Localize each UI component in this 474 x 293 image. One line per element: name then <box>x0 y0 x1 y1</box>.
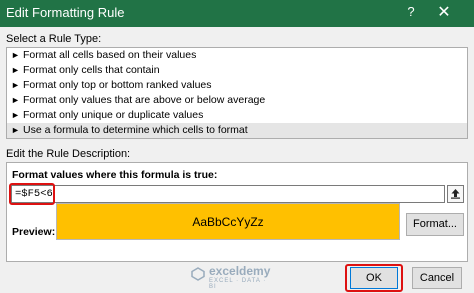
formula-input[interactable]: =$F5<6 <box>11 185 445 203</box>
rule-type-item[interactable]: ► Format only unique or duplicate values <box>7 108 467 123</box>
rule-type-label: Select a Rule Type: <box>6 33 102 45</box>
exceldemy-logo-icon <box>191 267 205 281</box>
bullet-icon: ► <box>11 110 20 120</box>
preview-label: Preview: <box>12 226 56 238</box>
bullet-icon: ► <box>11 95 20 105</box>
bullet-icon: ► <box>11 125 20 135</box>
close-button[interactable]: ✕ <box>435 2 453 22</box>
rule-type-item[interactable]: ► Format only top or bottom ranked values <box>7 78 467 93</box>
format-button[interactable]: Format... <box>406 213 464 236</box>
rule-type-item[interactable]: ► Format only values that are above or be… <box>7 93 467 108</box>
bullet-icon: ► <box>11 80 20 90</box>
rule-description-panel: Format values where this formula is true… <box>6 162 468 262</box>
window-title: Edit Formatting Rule <box>6 5 125 20</box>
watermark-logo: exceldemy EXCEL · DATA · BI <box>191 263 271 290</box>
help-button[interactable]: ? <box>404 4 418 19</box>
rule-type-item[interactable]: ► Format only cells that contain <box>7 63 467 78</box>
ok-highlight-outline <box>345 264 403 292</box>
cancel-button[interactable]: Cancel <box>412 267 462 289</box>
title-bar: Edit Formatting Rule ? ✕ <box>0 0 474 27</box>
rule-type-item[interactable]: ► Format all cells based on their values <box>7 48 467 63</box>
formula-label: Format values where this formula is true… <box>12 169 218 181</box>
bullet-icon: ► <box>11 65 20 75</box>
watermark-tagline: EXCEL · DATA · BI <box>209 278 267 290</box>
bullet-icon: ► <box>11 50 20 60</box>
rule-type-list[interactable]: ► Format all cells based on their values … <box>6 47 468 139</box>
upload-arrow-icon <box>451 189 460 199</box>
rule-type-item-selected[interactable]: ► Use a formula to determine which cells … <box>7 123 467 138</box>
watermark-name: exceldemy <box>209 264 271 278</box>
rule-description-label: Edit the Rule Description: <box>6 148 131 160</box>
collapse-dialog-button[interactable] <box>447 185 464 203</box>
preview-swatch: AaBbCcYyZz <box>56 203 400 240</box>
formula-highlight-outline <box>9 183 55 205</box>
